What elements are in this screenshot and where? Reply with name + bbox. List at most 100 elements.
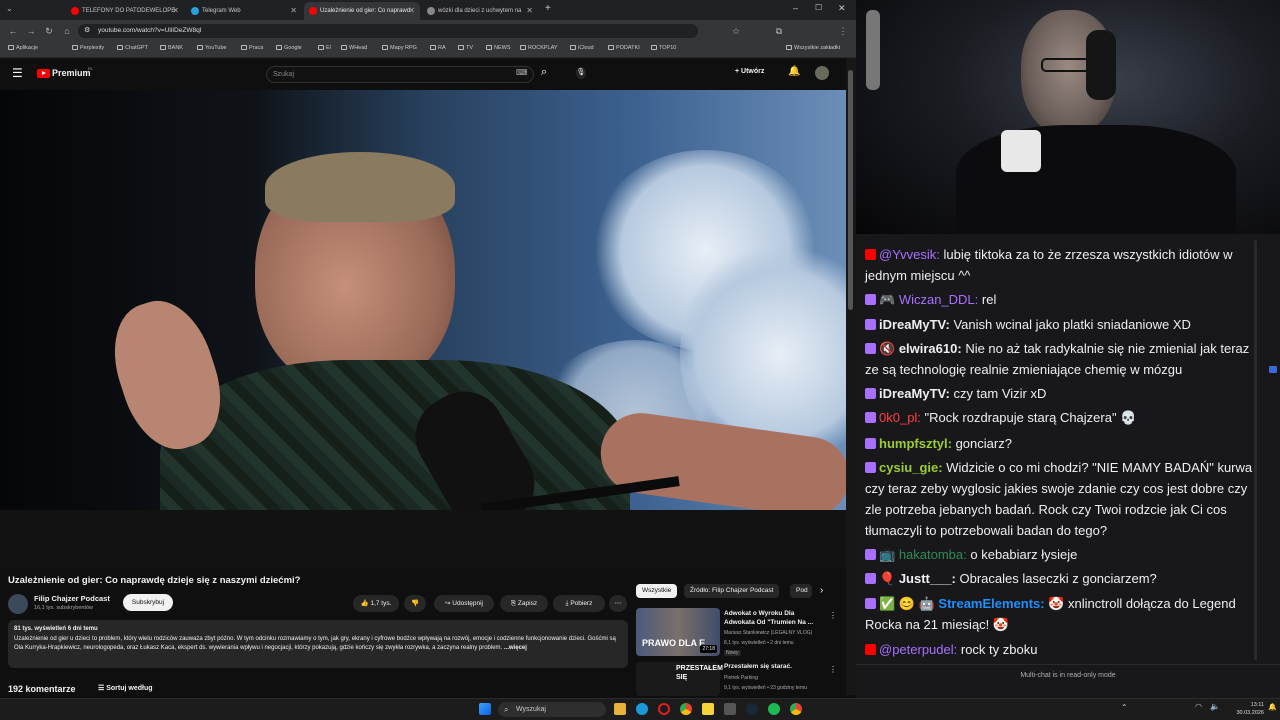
bookmark-item[interactable]: El: [318, 45, 331, 51]
bookmark-item[interactable]: WHead: [341, 45, 367, 51]
forward-icon[interactable]: →: [24, 24, 38, 38]
show-more-link[interactable]: ...więcej: [504, 645, 527, 651]
reload-icon[interactable]: ↻: [42, 24, 56, 38]
channel-name[interactable]: Filip Chajzer Podcast: [34, 594, 110, 603]
create-button[interactable]: + Utwórz: [735, 68, 764, 75]
sort-comments-button[interactable]: ☰ Sortuj według: [98, 684, 153, 692]
chat-username[interactable]: Wiczan_DDL:: [899, 292, 978, 307]
download-button[interactable]: ⤓ Pobierz: [553, 595, 605, 612]
tab-4[interactable]: wózki dla dzieci z uchwytem na ✕: [422, 2, 538, 20]
chat-username[interactable]: hakatomba:: [899, 547, 967, 562]
file-explorer-icon[interactable]: [614, 703, 626, 715]
edge-icon[interactable]: [636, 703, 648, 715]
chat-username[interactable]: @Yvvesik:: [879, 247, 940, 262]
bookmark-item[interactable]: TV: [458, 45, 473, 51]
extensions-icon[interactable]: ⧉: [772, 24, 786, 38]
channel-avatar[interactable]: [8, 594, 28, 614]
subscribe-button[interactable]: Subskrybuj: [123, 594, 173, 611]
video-player[interactable]: [0, 90, 846, 568]
notifications-icon[interactable]: 🔔: [1268, 703, 1277, 711]
taskbar-search-input[interactable]: ⌕ Wyszukaj: [498, 702, 606, 717]
notes-icon[interactable]: [702, 703, 714, 715]
volume-icon[interactable]: 🔈: [1210, 702, 1220, 711]
window-close-icon[interactable]: ✕: [838, 3, 846, 14]
tray-chevron-icon[interactable]: ⌃: [1121, 703, 1128, 712]
bookmark-item[interactable]: Google: [276, 45, 302, 51]
download-icon[interactable]: [724, 703, 736, 715]
tab-3-active[interactable]: Uzależnienie od gier: Co naprawd ✕: [304, 2, 420, 20]
scrollbar-thumb[interactable]: [848, 70, 853, 310]
star-icon[interactable]: ☆: [729, 24, 743, 38]
clock[interactable]: 13:11 30.03.2026: [1228, 701, 1264, 717]
recommendation-title[interactable]: Adwokat o Wyroku Dla Adwokata Od "Trumie…: [724, 609, 822, 627]
tab-1[interactable]: TELEFONY DO PATODEWELOPE ✕: [66, 2, 184, 20]
steam-icon[interactable]: [746, 703, 758, 715]
share-button[interactable]: ↪ Udostępnij: [434, 595, 494, 612]
chat-username[interactable]: iDreaMyTV:: [879, 386, 950, 401]
bookmark-item[interactable]: YouTube: [197, 45, 227, 51]
bookmark-item[interactable]: Aplikacje: [8, 45, 38, 51]
chat-username[interactable]: humpfsztyl:: [879, 436, 952, 451]
chip-source[interactable]: Źródło: Filip Chajzer Podcast: [684, 584, 780, 598]
description-box[interactable]: 81 tys. wyświetleń 6 dni temu Uzależnien…: [8, 620, 628, 668]
bookmark-item[interactable]: BANK: [160, 45, 183, 51]
all-bookmarks[interactable]: Wszystkie zakładki: [786, 45, 840, 51]
recommendation-thumbnail[interactable]: PRZESTAŁEM SIĘ: [636, 662, 723, 696]
bookmark-item[interactable]: TOP10: [651, 45, 676, 51]
bookmark-item[interactable]: Perplexity: [72, 45, 104, 51]
search-input[interactable]: Szukaj: [266, 66, 534, 83]
close-icon[interactable]: ✕: [526, 2, 533, 20]
chat-username[interactable]: iDreaMyTV:: [879, 317, 950, 332]
chat-scrollbar[interactable]: [1254, 240, 1257, 660]
more-options-icon[interactable]: ⋮: [829, 611, 837, 620]
recommendation-title[interactable]: Przestałem się starać.: [724, 663, 822, 670]
tab-menu-icon[interactable]: ⌄: [6, 4, 13, 13]
wifi-icon[interactable]: ◠: [1195, 702, 1202, 711]
bookmark-item[interactable]: NEWS: [486, 45, 511, 51]
recommendation-channel[interactable]: Mariusz Stankiewicz (LEGALNY VLOG): [724, 630, 834, 636]
bookmark-item[interactable]: iCloud: [570, 45, 594, 51]
windows-start-icon[interactable]: [479, 703, 491, 715]
keyboard-icon[interactable]: ⌨: [516, 68, 528, 77]
url-field[interactable]: ⚙ youtube.com/watch?v=UliIDeZW8qI: [78, 24, 698, 38]
save-button[interactable]: ⎘ Zapisz: [500, 595, 548, 612]
close-icon[interactable]: ✕: [290, 2, 297, 20]
menu-dots-icon[interactable]: ⋮: [836, 24, 850, 38]
chat-username[interactable]: @peterpudel:: [879, 642, 957, 657]
dislike-button[interactable]: 👎: [404, 595, 426, 612]
more-options-icon[interactable]: ⋮: [829, 665, 837, 674]
chat-username[interactable]: cysiu_gie:: [879, 460, 943, 475]
home-icon[interactable]: ⌂: [60, 24, 74, 38]
bookmark-item[interactable]: Mapy RPG: [382, 45, 417, 51]
maximize-icon[interactable]: ☐: [815, 3, 822, 12]
minimize-icon[interactable]: –: [793, 3, 798, 13]
chrome-icon[interactable]: [680, 703, 692, 715]
bookmark-item[interactable]: Praca: [241, 45, 263, 51]
search-icon[interactable]: ⌕: [541, 66, 547, 79]
recommendation-thumbnail[interactable]: PRAWO DLA E 27:18: [636, 608, 720, 656]
chat-username[interactable]: Justt___:: [899, 571, 956, 586]
close-icon[interactable]: ✕: [408, 2, 415, 20]
bookmark-item[interactable]: RA: [430, 45, 446, 51]
bookmark-item[interactable]: ChatGPT: [117, 45, 148, 51]
chip-all[interactable]: Wszystkie: [636, 584, 678, 598]
more-actions-button[interactable]: ⋯: [609, 595, 627, 612]
opera-icon[interactable]: [658, 703, 670, 715]
chat-username[interactable]: elwira610:: [899, 341, 962, 356]
chat-username[interactable]: StreamElements:: [938, 596, 1044, 611]
bookmark-item[interactable]: PODATKI: [608, 45, 640, 51]
bookmark-item[interactable]: ROCKPLAY: [520, 45, 558, 51]
notifications-bell-icon[interactable]: 🔔: [788, 66, 800, 77]
youtube-logo-icon[interactable]: [37, 69, 50, 78]
like-button[interactable]: 👍 1,7 tys.: [353, 595, 399, 612]
microphone-icon[interactable]: 🎙: [576, 67, 586, 79]
chrome-active-icon[interactable]: [790, 703, 802, 715]
avatar[interactable]: [815, 66, 829, 80]
spotify-icon[interactable]: [768, 703, 780, 715]
chat-username[interactable]: 0k0_pl:: [879, 410, 921, 425]
tab-2[interactable]: Telegram Web ✕: [186, 2, 302, 20]
chip-podcast[interactable]: Pod: [790, 584, 812, 598]
close-icon[interactable]: ✕: [172, 2, 179, 20]
new-tab-icon[interactable]: +: [545, 3, 551, 14]
hamburger-menu-icon[interactable]: ☰: [12, 66, 23, 80]
